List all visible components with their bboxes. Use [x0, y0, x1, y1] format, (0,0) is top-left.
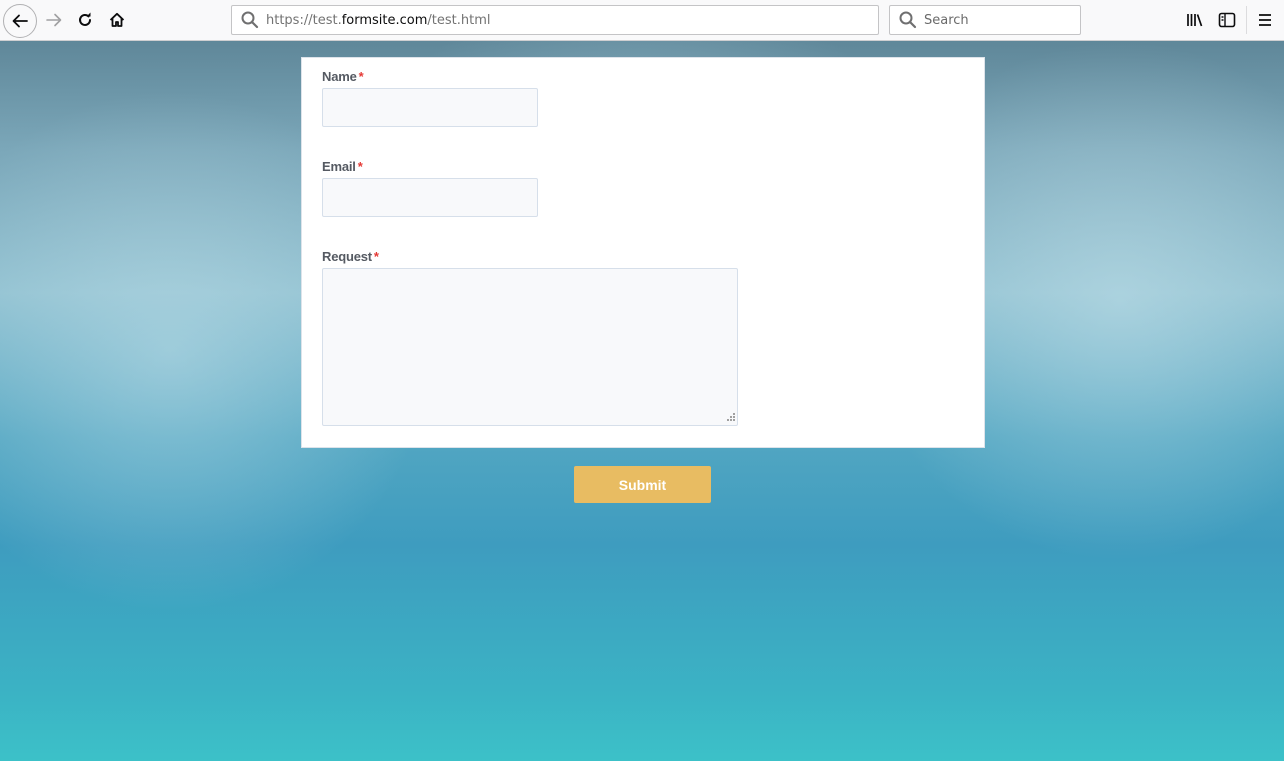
library-button[interactable]: [1183, 8, 1207, 32]
menu-button[interactable]: [1253, 8, 1277, 32]
required-marker: *: [358, 69, 364, 84]
forward-arrow-icon: [46, 13, 62, 27]
required-marker: *: [373, 249, 379, 264]
sidebar-icon: [1218, 12, 1236, 28]
submit-button[interactable]: Submit: [574, 466, 711, 503]
url-path: /test.html: [427, 12, 491, 28]
request-form: Name * Email * Request *: [301, 57, 985, 448]
reload-icon: [79, 12, 91, 26]
search-bar[interactable]: [889, 5, 1081, 35]
request-textarea[interactable]: [322, 268, 738, 426]
hamburger-menu-icon: [1259, 14, 1271, 26]
name-field[interactable]: [322, 88, 538, 127]
url-prefix: https://test.: [266, 12, 342, 28]
sidebar-toggle-button[interactable]: [1215, 8, 1239, 32]
home-button[interactable]: [101, 4, 133, 36]
toolbar-separator: [1246, 6, 1247, 34]
search-icon: [899, 11, 917, 29]
request-label: Request *: [322, 249, 379, 264]
name-label: Name *: [322, 69, 364, 84]
required-marker: *: [357, 159, 363, 174]
forward-button[interactable]: [38, 4, 70, 36]
url-text[interactable]: https://test.formsite.com/test.html: [266, 13, 490, 28]
email-label: Email *: [322, 159, 363, 174]
url-bar[interactable]: https://test.formsite.com/test.html: [231, 5, 879, 35]
email-field[interactable]: [322, 178, 538, 217]
library-icon: [1187, 14, 1203, 27]
back-button[interactable]: [3, 4, 37, 38]
url-host: formsite.com: [341, 12, 428, 28]
reload-button[interactable]: [69, 4, 101, 36]
browser-toolbar: https://test.formsite.com/test.html: [0, 0, 1284, 41]
back-arrow-icon: [12, 14, 28, 28]
home-icon: [109, 12, 125, 27]
resize-grip-icon[interactable]: [726, 412, 736, 422]
search-icon: [241, 11, 259, 29]
search-input[interactable]: [924, 12, 1074, 28]
